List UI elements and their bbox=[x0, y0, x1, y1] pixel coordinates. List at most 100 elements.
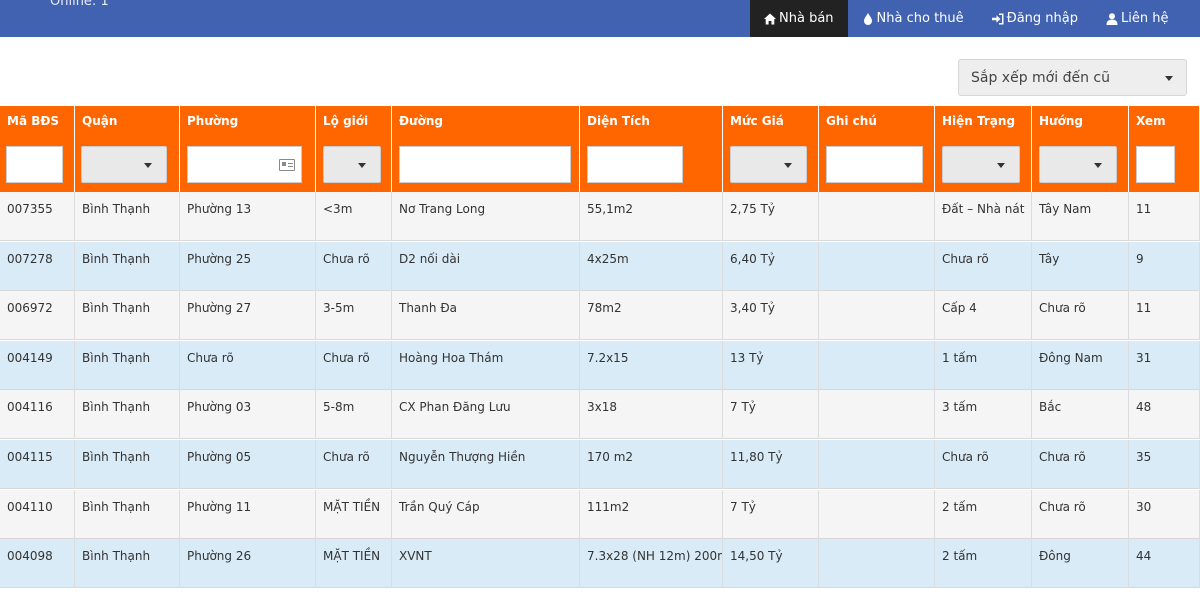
cell-xem: 48 bbox=[1129, 390, 1200, 440]
table-row[interactable]: 004110 Bình Thạnh Phường 11 MẶT TIỀN Trần Qu… bbox=[0, 489, 1200, 539]
cell-ma-bds: 006972 bbox=[0, 291, 75, 341]
cell-lo-gioi: <3m bbox=[316, 192, 392, 241]
column-header-muc-gia: Mức Giá bbox=[723, 106, 819, 192]
contact-card-icon bbox=[279, 159, 295, 171]
cell-phuong: Phường 03 bbox=[180, 390, 316, 440]
top-navbar: Online: 1 Nhà bán Nhà cho thuê Đăng nhập… bbox=[0, 0, 1200, 37]
cell-quan: Bình Thạnh bbox=[75, 489, 180, 539]
cell-ghi-chu bbox=[819, 192, 935, 241]
cell-lo-gioi: Chưa rõ bbox=[316, 340, 392, 390]
caret-down-icon bbox=[358, 163, 366, 168]
table-row[interactable]: 004098 Bình Thạnh Phường 26 MẶT TIỀN XVNT 7.3… bbox=[0, 539, 1200, 589]
cell-phuong: Phường 05 bbox=[180, 440, 316, 489]
column-label: Hướng bbox=[1039, 114, 1083, 128]
cell-muc-gia: 3,40 Tỷ bbox=[723, 291, 819, 341]
cell-dien-tich: 111m2 bbox=[580, 489, 723, 539]
filter-dien-tich-input[interactable] bbox=[587, 146, 683, 183]
cell-duong: CX Phan Đăng Lưu bbox=[392, 390, 580, 440]
column-label: Đường bbox=[399, 114, 443, 128]
filter-hien-trang-select[interactable] bbox=[942, 146, 1020, 183]
cell-ghi-chu bbox=[819, 440, 935, 489]
cell-duong: Nguyễn Thượng Hiền bbox=[392, 440, 580, 489]
column-header-duong: Đường bbox=[392, 106, 580, 192]
cell-duong: D2 nối dài bbox=[392, 241, 580, 291]
column-header-dien-tich: Diện Tích bbox=[580, 106, 723, 192]
nav-item-label: Liên hệ bbox=[1121, 11, 1169, 26]
cell-xem: 35 bbox=[1129, 440, 1200, 489]
filter-quan-select[interactable] bbox=[81, 146, 167, 183]
cell-muc-gia: 11,80 Tỷ bbox=[723, 440, 819, 489]
table-row[interactable]: 007355 Bình Thạnh Phường 13 <3m Nơ Trang Lon… bbox=[0, 192, 1200, 241]
cell-muc-gia: 13 Tỷ bbox=[723, 340, 819, 390]
table-row[interactable]: 006972 Bình Thạnh Phường 27 3-5m Thanh Đa 78m… bbox=[0, 291, 1200, 341]
home-icon bbox=[764, 13, 776, 24]
cell-ma-bds: 007355 bbox=[0, 192, 75, 241]
cell-phuong: Phường 11 bbox=[180, 489, 316, 539]
cell-ghi-chu bbox=[819, 539, 935, 589]
cell-duong: Nơ Trang Long bbox=[392, 192, 580, 241]
column-header-xem: Xem bbox=[1129, 106, 1200, 192]
column-header-hien-trang: Hiện Trạng bbox=[935, 106, 1032, 192]
cell-ma-bds: 004098 bbox=[0, 539, 75, 589]
table-row[interactable]: 004116 Bình Thạnh Phường 03 5-8m CX Phan Đăn… bbox=[0, 390, 1200, 440]
cell-hien-trang: Chưa rõ bbox=[935, 440, 1032, 489]
cell-xem: 9 bbox=[1129, 241, 1200, 291]
cell-ghi-chu bbox=[819, 489, 935, 539]
column-label: Phường bbox=[187, 114, 239, 128]
cell-lo-gioi: Chưa rõ bbox=[316, 241, 392, 291]
cell-quan: Bình Thạnh bbox=[75, 241, 180, 291]
cell-lo-gioi: Chưa rõ bbox=[316, 440, 392, 489]
cell-phuong: Phường 26 bbox=[180, 539, 316, 589]
cell-huong: Chưa rõ bbox=[1032, 440, 1129, 489]
nav-item-dang-nhap[interactable]: Đăng nhập bbox=[978, 0, 1092, 37]
filter-phuong-input[interactable] bbox=[187, 146, 302, 183]
filter-lo-gioi-select[interactable] bbox=[323, 146, 381, 183]
nav-item-label: Nhà cho thuê bbox=[876, 11, 964, 26]
cell-hien-trang: Chưa rõ bbox=[935, 241, 1032, 291]
filter-ghi-chu-input[interactable] bbox=[826, 146, 923, 183]
cell-xem: 11 bbox=[1129, 291, 1200, 341]
table-row[interactable]: 004115 Bình Thạnh Phường 05 Chưa rõ Nguyễn T… bbox=[0, 440, 1200, 489]
cell-huong: Chưa rõ bbox=[1032, 291, 1129, 341]
cell-xem: 30 bbox=[1129, 489, 1200, 539]
nav-item-lien-he[interactable]: Liên hệ bbox=[1092, 0, 1182, 37]
cell-xem: 11 bbox=[1129, 192, 1200, 241]
cell-quan: Bình Thạnh bbox=[75, 291, 180, 341]
cell-phuong: Phường 25 bbox=[180, 241, 316, 291]
cell-lo-gioi: 5-8m bbox=[316, 390, 392, 440]
cell-phuong: Chưa rõ bbox=[180, 340, 316, 390]
cell-hien-trang: Đất – Nhà nát bbox=[935, 192, 1032, 241]
filter-huong-select[interactable] bbox=[1039, 146, 1117, 183]
cell-huong: Tây Nam bbox=[1032, 192, 1129, 241]
login-icon bbox=[991, 13, 1004, 24]
cell-duong: Hoàng Hoa Thám bbox=[392, 340, 580, 390]
cell-muc-gia: 14,50 Tỷ bbox=[723, 539, 819, 589]
cell-phuong: Phường 27 bbox=[180, 291, 316, 341]
filter-duong-input[interactable] bbox=[399, 146, 571, 183]
cell-ma-bds: 007278 bbox=[0, 241, 75, 291]
cell-hien-trang: 3 tấm bbox=[935, 390, 1032, 440]
cell-ma-bds: 004110 bbox=[0, 489, 75, 539]
cell-dien-tich: 7.3x28 (NH 12m) 200m bbox=[580, 539, 723, 589]
cell-xem: 31 bbox=[1129, 340, 1200, 390]
filter-ma-bds-input[interactable] bbox=[6, 146, 63, 183]
caret-down-icon bbox=[144, 163, 152, 168]
cell-ma-bds: 004149 bbox=[0, 340, 75, 390]
nav-item-nha-ban[interactable]: Nhà bán bbox=[750, 0, 848, 37]
column-label: Mức Giá bbox=[730, 114, 784, 128]
filter-muc-gia-select[interactable] bbox=[730, 146, 807, 183]
column-label: Hiện Trạng bbox=[942, 114, 1016, 128]
column-header-quan: Quận bbox=[75, 106, 180, 192]
nav-item-nha-cho-thue[interactable]: Nhà cho thuê bbox=[848, 0, 978, 37]
filter-xem-input[interactable] bbox=[1136, 146, 1175, 183]
cell-huong: Chưa rõ bbox=[1032, 489, 1129, 539]
table-row[interactable]: 004149 Bình Thạnh Chưa rõ Chưa rõ Hoàng Hoa … bbox=[0, 340, 1200, 390]
table-row[interactable]: 007278 Bình Thạnh Phường 25 Chưa rõ D2 nối d… bbox=[0, 241, 1200, 291]
cell-duong: Thanh Đa bbox=[392, 291, 580, 341]
water-drop-icon bbox=[863, 12, 872, 25]
cell-quan: Bình Thạnh bbox=[75, 390, 180, 440]
cell-lo-gioi: MẶT TIỀN bbox=[316, 539, 392, 589]
column-header-phuong: Phường bbox=[180, 106, 316, 192]
sort-select[interactable]: Sắp xếp mới đến cũ bbox=[958, 59, 1187, 96]
cell-hien-trang: 2 tấm bbox=[935, 539, 1032, 589]
